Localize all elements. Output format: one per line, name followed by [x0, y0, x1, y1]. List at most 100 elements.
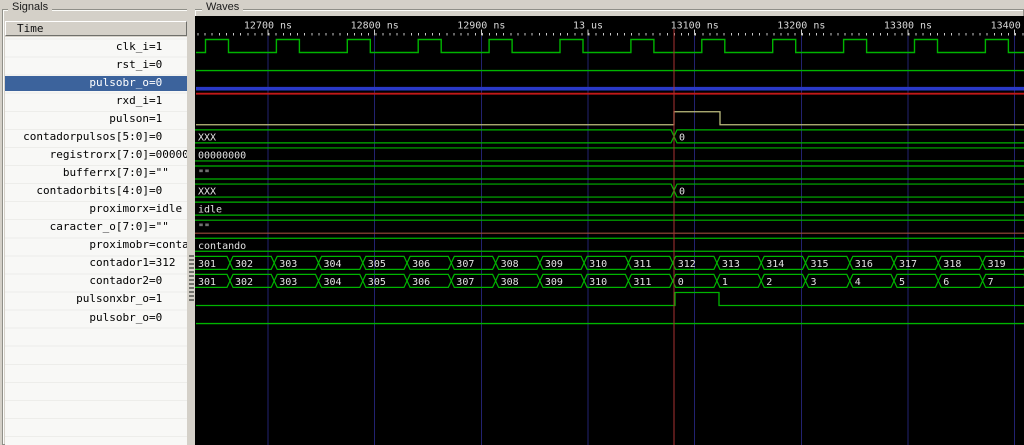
signal-value: =""	[149, 165, 169, 179]
signal-value: =1	[149, 111, 163, 125]
bus-value-label: 315	[811, 259, 829, 270]
signal-row-contadorbits[4:0][interactable]: contadorbits[4:0]=0	[5, 184, 187, 199]
bus-value-label: 306	[412, 259, 430, 270]
bus-value-label: 308	[501, 277, 519, 288]
signals-panel-title: Signals	[8, 1, 53, 13]
signal-row-contadorpulsos[5:0][interactable]: contadorpulsos[5:0]=0	[5, 130, 187, 145]
bus-value-label: XXX	[198, 132, 216, 143]
bus-value-label: 6	[943, 277, 949, 288]
bus-value-label: 313	[722, 259, 740, 270]
signal-value: =0	[149, 57, 163, 71]
bus-value-label: 308	[501, 259, 519, 270]
signal-value: =contando	[149, 238, 187, 252]
bus-value-label: idle	[198, 205, 222, 216]
signal-row-pulson[interactable]: pulson=1	[5, 112, 187, 127]
signal-name: pulsonxbr_o	[76, 292, 149, 306]
time-column-header: Time	[5, 21, 187, 36]
signal-name: clk_i	[115, 39, 149, 53]
bus-value-label: 1	[722, 277, 728, 288]
bus-value-label: 0	[679, 187, 685, 198]
signal-value: =""	[149, 220, 169, 234]
signal-row-proximobr[interactable]: proximobr=contando	[5, 238, 187, 253]
signal-value: =0	[149, 310, 163, 324]
bus-value-label: ""	[198, 223, 210, 234]
signal-row-proximorx[interactable]: proximorx=idle	[5, 202, 187, 217]
bus-value-label: 311	[633, 259, 651, 270]
bus-value-label: 309	[545, 277, 563, 288]
bus-value-label: 4	[855, 277, 861, 288]
signal-name: pulson	[109, 111, 149, 125]
signal-row-rxd_i[interactable]: rxd_i=1	[5, 94, 187, 109]
signal-row-rst_i[interactable]: rst_i=0	[5, 58, 187, 73]
splitter-grip-icon[interactable]	[189, 255, 194, 303]
signal-name: proximobr	[89, 238, 149, 252]
bus-value-label: 303	[279, 277, 297, 288]
signal-value: =00000000	[149, 147, 187, 161]
bus-value-label: 00000000	[198, 150, 246, 161]
signal-row-clk_i[interactable]: clk_i=1	[5, 40, 187, 55]
signal-row-bufferrx[7:0][interactable]: bufferrx[7:0]=""	[5, 166, 187, 181]
wave-background	[194, 16, 1024, 445]
ruler-label: 13400 ns	[991, 21, 1024, 32]
signal-value: =1	[149, 93, 163, 107]
bus-value-label: 301	[198, 259, 216, 270]
signal-name: registrorx[7:0]	[49, 147, 149, 161]
bus-value-label: 319	[988, 259, 1006, 270]
bus-value-label: 302	[235, 277, 253, 288]
bus-value-label: 316	[855, 259, 873, 270]
bus-value-label: 2	[766, 277, 772, 288]
signal-value: =0	[149, 274, 163, 288]
bus-value-label: ""	[198, 168, 210, 179]
bus-value-label: 301	[198, 277, 216, 288]
signal-value: =0	[149, 129, 163, 143]
bus-value-label: 305	[368, 259, 386, 270]
signal-name: proximorx	[89, 202, 149, 216]
bus-value-label: 310	[589, 259, 607, 270]
signal-row-pulsonxbr_o[interactable]: pulsonxbr_o=1	[5, 292, 187, 307]
signal-row-pulsobr_o[interactable]: pulsobr_o=0	[5, 75, 187, 91]
bus-value-label: 304	[324, 277, 342, 288]
bus-value-label: 317	[899, 259, 917, 270]
bus-value-label: 3	[811, 277, 817, 288]
signal-list[interactable]: clk_i=1 rst_i=0 pulsobr_o=0 rxd_i=1 pulson=1…	[5, 37, 187, 445]
bus-value-label: 7	[988, 277, 994, 288]
bus-value-label: 306	[412, 277, 430, 288]
bus-value-label: contando	[198, 241, 246, 252]
signal-value: =0	[149, 184, 163, 198]
signal-row-registrorx[7:0][interactable]: registrorx[7:0]=00000000	[5, 148, 187, 163]
panel-splitter[interactable]	[187, 9, 195, 445]
bus-value-label: 310	[589, 277, 607, 288]
bus-value-label: 309	[545, 259, 563, 270]
bus-value-label: 318	[943, 259, 961, 270]
bus-value-label: 5	[899, 277, 905, 288]
bus-value-label: 311	[633, 277, 651, 288]
signal-name: contadorbits[4:0]	[36, 184, 149, 198]
bus-value-label: 303	[279, 259, 297, 270]
bus-value-label: 0	[679, 132, 685, 143]
bus-value-label: XXX	[198, 187, 216, 198]
signal-value: =0	[149, 75, 163, 89]
signal-name: bufferrx[7:0]	[62, 165, 149, 179]
signal-name: pulsobr_o	[89, 310, 149, 324]
signal-name: pulsobr_o	[89, 75, 149, 89]
signal-value: =1	[149, 292, 163, 306]
bus-value-label: 305	[368, 277, 386, 288]
gtkwave-window: Signals Waves Time clk_i=1 rst_i=0 pulsobr…	[0, 0, 1024, 445]
signal-value: =312	[149, 256, 176, 270]
bus-value-label: 312	[678, 259, 696, 270]
signal-name: caracter_o[7:0]	[49, 220, 149, 234]
bus-value-label: 304	[324, 259, 342, 270]
signal-value: =idle	[149, 202, 183, 216]
signal-name: contador1	[89, 256, 149, 270]
signal-row-caracter_o[7:0][interactable]: caracter_o[7:0]=""	[5, 220, 187, 235]
signal-value: =1	[149, 39, 163, 53]
bus-value-label: 307	[456, 259, 474, 270]
signal-name: contador2	[89, 274, 149, 288]
bus-value-label: 307	[456, 277, 474, 288]
signal-row-contador2[interactable]: contador2=0	[5, 274, 187, 289]
signal-name: contadorpulsos[5:0]	[23, 129, 149, 143]
signal-row-contador1[interactable]: contador1=312	[5, 256, 187, 271]
signal-row-pulsobr_o[interactable]: pulsobr_o=0	[5, 311, 187, 326]
bus-value-label: 314	[766, 259, 784, 270]
bus-value-label: 302	[235, 259, 253, 270]
